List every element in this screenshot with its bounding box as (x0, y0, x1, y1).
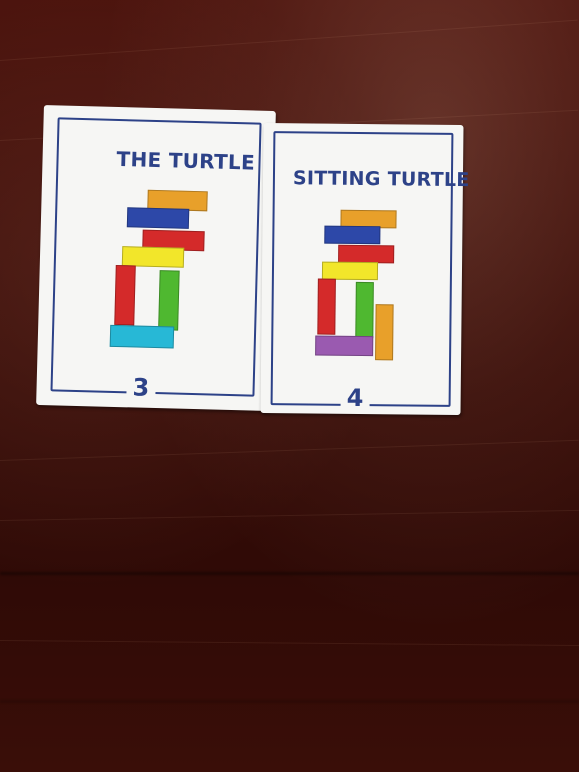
block-blue (126, 207, 190, 229)
table-plank-seam (0, 700, 579, 703)
card-number: 3 (126, 373, 156, 402)
block-red-vertical (317, 278, 336, 335)
block-green-vertical (158, 270, 180, 331)
card-title: SITTING TURTLE (292, 167, 470, 192)
wood-grain (0, 640, 579, 647)
block-yellow (321, 261, 379, 281)
card-title: THE TURTLE (116, 146, 256, 175)
wood-grain (0, 509, 579, 521)
block-green-vertical (355, 281, 374, 339)
block-orange-vertical (375, 304, 394, 361)
card-number: 4 (340, 384, 370, 412)
card-sitting-turtle: SITTING TURTLE 4 (260, 122, 470, 416)
block-cyan (109, 324, 175, 349)
block-red (338, 244, 395, 264)
block-blue (324, 225, 381, 245)
wood-grain (0, 439, 579, 461)
wood-grain (0, 19, 578, 61)
card-the-turtle: THE TURTLE 3 (36, 105, 276, 411)
block-red-vertical (114, 264, 136, 326)
block-purple (315, 335, 374, 357)
table-plank-seam (0, 572, 579, 575)
